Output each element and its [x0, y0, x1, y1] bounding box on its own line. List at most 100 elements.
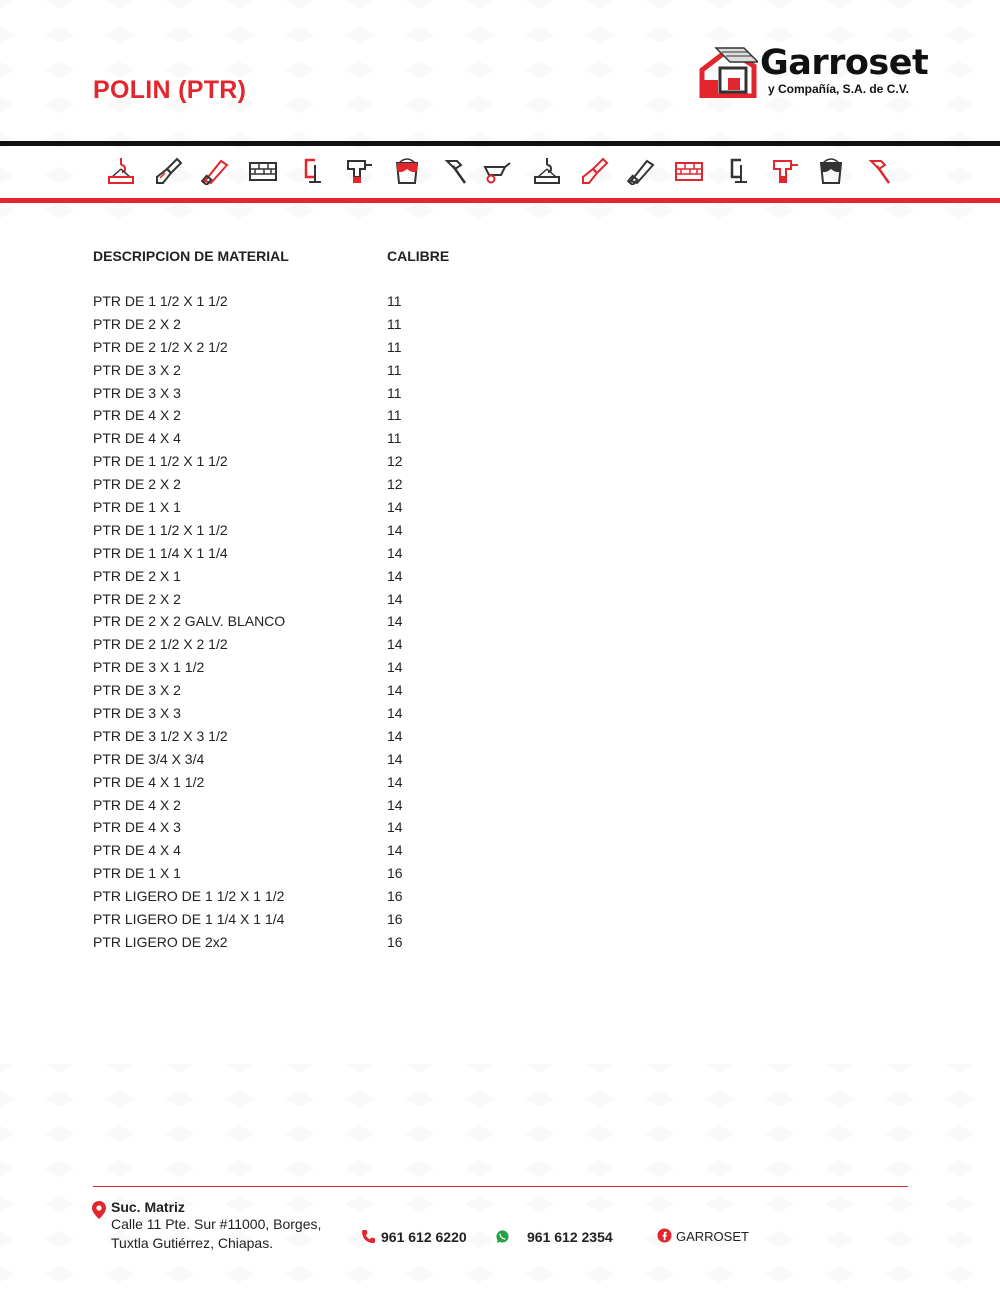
table-row: PTR DE 2 X 2 12: [93, 473, 493, 496]
table-row: PTR LIGERO DE 2x2 16: [93, 931, 493, 954]
table-row: PTR DE 1 1/4 X 1 1/4 14: [93, 542, 493, 565]
phone-number[interactable]: 961 612 6220: [381, 1229, 467, 1245]
material-gauge: 14: [387, 796, 403, 813]
material-gauge: 12: [387, 453, 403, 470]
material-description: PTR DE 4 X 1 1/2: [93, 773, 205, 790]
facebook-handle[interactable]: GARROSET: [676, 1229, 749, 1244]
material-description: PTR DE 3/4 X 3/4: [93, 750, 205, 767]
table-row: PTR DE 1 X 1 16: [93, 862, 493, 885]
material-description: PTR DE 4 X 4: [93, 430, 181, 447]
material-gauge: 11: [387, 338, 402, 355]
material-description: PTR DE 2 X 2: [93, 315, 181, 332]
house-logo-icon: [699, 46, 758, 98]
page-title: POLIN (PTR): [93, 76, 247, 104]
table-row: PTR DE 4 X 3 14: [93, 816, 493, 839]
material-gauge: 14: [387, 521, 403, 538]
phone-icon: [361, 1229, 376, 1244]
material-gauge: 14: [387, 682, 403, 699]
table-row: PTR DE 3 X 3 11: [93, 382, 493, 405]
material-description: PTR DE 2 X 2 GALV. BLANCO: [93, 613, 286, 630]
material-gauge: 16: [387, 933, 403, 950]
material-gauge: 16: [387, 911, 403, 928]
table-row: PTR DE 4 X 2 14: [93, 794, 493, 817]
table-row: PTR DE 3 X 2 11: [93, 359, 493, 382]
material-gauge: 14: [387, 773, 403, 790]
table-row: PTR DE 4 X 2 11: [93, 404, 493, 427]
material-description: PTR DE 3 X 2: [93, 682, 181, 699]
logo-subtitle: y Compañía, S.A. de C.V.: [768, 82, 909, 96]
material-description: PTR DE 3 1/2 X 3 1/2: [93, 727, 228, 744]
material-gauge: 14: [387, 544, 403, 561]
material-description: PTR LIGERO DE 2x2: [93, 933, 228, 950]
wheelbarrow-icon: [483, 162, 511, 184]
material-description: PTR DE 2 1/2 X 2 1/2: [93, 636, 228, 653]
brick-wall-icon: [249, 162, 277, 181]
material-description: PTR DE 2 X 2: [93, 476, 181, 493]
table-row: PTR LIGERO DE 1 1/4 X 1 1/4 16: [93, 908, 493, 931]
table-row: PTR DE 4 X 4 14: [93, 839, 493, 862]
whatsapp-number[interactable]: 961 612 2354: [527, 1229, 613, 1245]
table-row: PTR DE 4 X 4 11: [93, 427, 493, 450]
location-pin-icon: [92, 1201, 106, 1219]
material-description: PTR DE 4 X 2: [93, 796, 181, 813]
material-gauge: 16: [387, 865, 403, 882]
material-description: PTR DE 3 X 3: [93, 705, 181, 722]
company-logo: Garroset y Compañía, S.A. de C.V.: [698, 44, 929, 100]
material-description: PTR LIGERO DE 1 1/2 X 1 1/2: [93, 888, 285, 905]
table-row: PTR DE 3/4 X 3/4 14: [93, 748, 493, 771]
paint-brush-icon: [582, 157, 609, 184]
paint-brush-icon: [156, 157, 183, 184]
material-gauge: 11: [387, 361, 402, 378]
logo-wordmark: Garroset: [760, 43, 929, 83]
hammer-icon: [868, 160, 891, 184]
table-row: PTR DE 1 1/2 X 1 1/2 12: [93, 450, 493, 473]
background-pattern-top: [0, 0, 1000, 230]
material-description: PTR DE 3 X 3: [93, 384, 181, 401]
material-description: PTR DE 2 X 1: [93, 567, 181, 584]
cordless-drill-icon: [773, 160, 798, 183]
material-gauge: 11: [387, 430, 402, 447]
table-row: PTR DE 3 X 3 14: [93, 702, 493, 725]
c-clamp-icon: [304, 158, 321, 183]
c-clamp-icon: [730, 158, 747, 183]
tool-icon-strip: [0, 152, 1000, 192]
table-row: PTR DE 3 1/2 X 3 1/2 14: [93, 725, 493, 748]
material-description: PTR DE 2 1/2 X 2 1/2: [93, 338, 228, 355]
material-gauge: 14: [387, 659, 403, 676]
address-line-2: Tuxtla Gutiérrez, Chiapas.: [111, 1235, 274, 1251]
material-gauge: 14: [387, 819, 403, 836]
material-gauge: 14: [387, 750, 403, 767]
table-row: PTR DE 1 1/2 X 1 1/2 14: [93, 519, 493, 542]
material-gauge: 14: [387, 727, 403, 744]
paint-bucket-icon: [819, 158, 843, 184]
brick-wall-icon: [675, 162, 703, 181]
hand-saw-icon: [201, 159, 229, 185]
material-description: PTR DE 1 X 1: [93, 865, 181, 882]
table-row: PTR LIGERO DE 1 1/2 X 1 1/2 16: [93, 885, 493, 908]
material-gauge: 11: [387, 315, 402, 332]
crane-hook-icon: [534, 158, 560, 184]
hammer-icon: [444, 160, 467, 184]
material-description: PTR LIGERO DE 1 1/4 X 1 1/4: [93, 911, 285, 928]
column-header-description: DESCRIPCION DE MATERIAL: [93, 248, 289, 264]
address-line-1: Calle 11 Pte. Sur #11000, Borges,: [111, 1216, 322, 1232]
table-row: PTR DE 1 1/2 X 1 1/2 11: [93, 290, 493, 313]
material-gauge: 16: [387, 888, 403, 905]
material-description: PTR DE 1 1/2 X 1 1/2: [93, 521, 228, 538]
header-divider-black: [0, 141, 1000, 146]
material-description: PTR DE 3 X 2: [93, 361, 181, 378]
material-gauge: 11: [387, 293, 402, 309]
material-description: PTR DE 1 1/2 X 1 1/2: [93, 453, 228, 470]
material-description: PTR DE 4 X 2: [93, 407, 181, 424]
table-row: PTR DE 4 X 1 1/2 14: [93, 771, 493, 794]
hand-saw-icon: [627, 159, 655, 185]
crane-hook-icon: [108, 158, 134, 184]
table-row: PTR DE 2 1/2 X 2 1/2 14: [93, 633, 493, 656]
material-description: PTR DE 1 1/2 X 1 1/2: [93, 293, 228, 309]
material-description: PTR DE 1 1/4 X 1 1/4: [93, 544, 228, 561]
material-gauge: 14: [387, 842, 403, 859]
cordless-drill-icon: [347, 160, 372, 183]
whatsapp-icon: [496, 1230, 509, 1244]
facebook-icon: [657, 1228, 672, 1243]
material-gauge: 14: [387, 636, 403, 653]
